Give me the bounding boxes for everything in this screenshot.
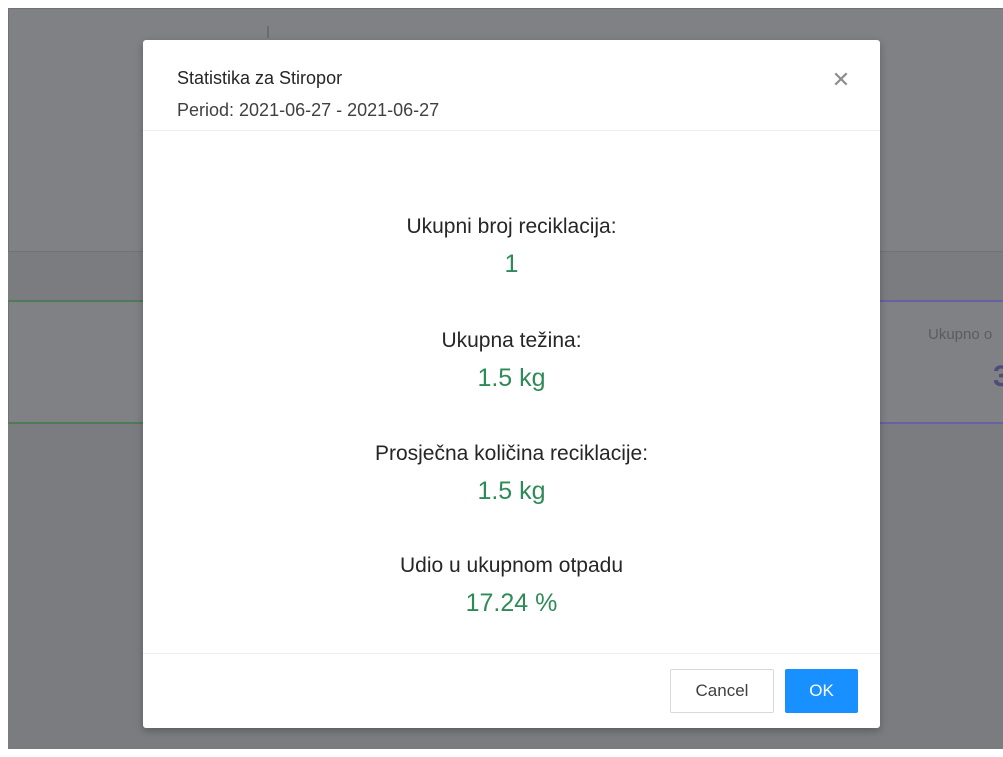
- modal-footer: Cancel OK: [143, 653, 880, 728]
- background-card-green: [8, 300, 160, 424]
- background-card-value: 3: [993, 360, 1003, 393]
- modal-title: Statistika za Stiropor: [177, 68, 343, 88]
- stat-value: 17.24 %: [465, 589, 558, 617]
- stat-label: Ukupna težina:: [441, 329, 582, 352]
- close-icon: ✕: [831, 67, 851, 92]
- ok-button[interactable]: OK: [785, 669, 858, 713]
- statistics-modal: Statistika za Stiropor Period: 2021-06-2…: [143, 40, 880, 728]
- stat-label: Prosječna količina reciklacije:: [374, 442, 649, 465]
- stat-average-recycling: Prosječna količina reciklacije: 1.5 kg: [143, 440, 880, 508]
- stat-waste-share: Udio u ukupnom otpadu 17.24 %: [143, 552, 880, 620]
- stat-label: Ukupni broj reciklacija:: [406, 215, 617, 238]
- stat-value: 1: [504, 250, 519, 278]
- stat-total-weight: Ukupna težina: 1.5 kg: [143, 327, 880, 395]
- close-button[interactable]: ✕: [827, 66, 855, 94]
- modal-body: Ukupni broj reciklacija: 1 Ukupna težina…: [143, 131, 880, 653]
- modal-header: Statistika za Stiropor Period: 2021-06-2…: [143, 40, 880, 131]
- stat-label: Udio u ukupnom otpadu: [400, 554, 623, 577]
- cancel-button[interactable]: Cancel: [670, 669, 774, 713]
- background-card-label: Ukupno o: [928, 326, 993, 343]
- stat-value: 1.5 kg: [477, 364, 546, 392]
- stat-value: 1.5 kg: [477, 477, 546, 505]
- background-card-purple: [868, 300, 1003, 424]
- stat-total-recyclings: Ukupni broj reciklacija: 1: [143, 213, 880, 281]
- background-divider: [267, 26, 269, 38]
- modal-period: Period: 2021-06-27 - 2021-06-27: [177, 100, 440, 120]
